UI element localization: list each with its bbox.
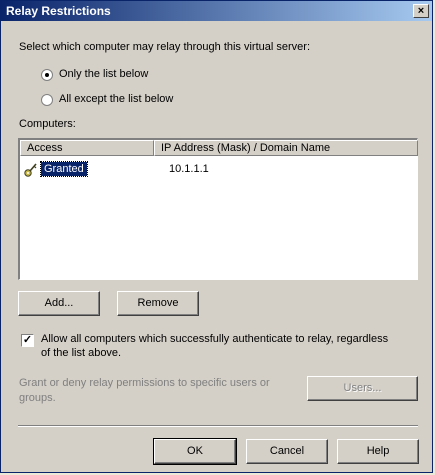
ok-button-label: OK <box>187 445 203 457</box>
radio-all-except-label[interactable]: All except the list below <box>59 93 173 105</box>
list-header: Access IP Address (Mask) / Domain Name <box>20 140 418 156</box>
users-button-label: Users... <box>343 382 382 394</box>
remove-button-label: Remove <box>137 297 179 309</box>
cancel-button[interactable]: Cancel <box>246 439 328 464</box>
row-access: Granted <box>40 161 88 177</box>
key-icon <box>24 163 37 177</box>
grant-text-line2: groups. <box>19 392 56 404</box>
close-button[interactable]: × <box>413 4 429 18</box>
radio-only-list-label[interactable]: Only the list below <box>59 68 148 80</box>
allow-auth-label-line1[interactable]: Allow all computers which successfully a… <box>41 333 388 345</box>
close-icon: × <box>417 5 425 17</box>
relay-prompt: Select which computer may relay through … <box>19 41 311 53</box>
grant-text-line1: Grant or deny relay permissions to speci… <box>19 377 270 389</box>
row-address: 10.1.1.1 <box>169 163 209 175</box>
computers-list[interactable]: Access IP Address (Mask) / Domain Name G… <box>18 138 418 280</box>
title-bar: Relay Restrictions × <box>1 1 432 21</box>
window-title: Relay Restrictions <box>6 4 111 18</box>
help-button[interactable]: Help <box>337 439 419 464</box>
table-row[interactable]: Granted 10.1.1.1 <box>24 161 414 179</box>
add-button[interactable]: Add... <box>18 291 100 316</box>
relay-restrictions-dialog: Relay Restrictions × Select which comput… <box>0 0 433 473</box>
allow-auth-checkbox[interactable]: ✓ <box>21 334 34 347</box>
computers-label: Computers: <box>19 118 76 130</box>
radio-all-except[interactable] <box>41 94 53 106</box>
ok-button[interactable]: OK <box>153 438 237 465</box>
separator <box>18 425 418 427</box>
cancel-button-label: Cancel <box>269 445 305 457</box>
add-button-label: Add... <box>44 297 74 309</box>
radio-only-list[interactable] <box>41 69 53 81</box>
allow-auth-label-line2[interactable]: of the list above. <box>41 347 121 359</box>
help-button-label: Help <box>366 445 390 457</box>
users-button[interactable]: Users... <box>307 376 418 401</box>
remove-button[interactable]: Remove <box>117 291 199 316</box>
column-access[interactable]: Access <box>20 140 154 156</box>
column-address[interactable]: IP Address (Mask) / Domain Name <box>154 140 418 156</box>
